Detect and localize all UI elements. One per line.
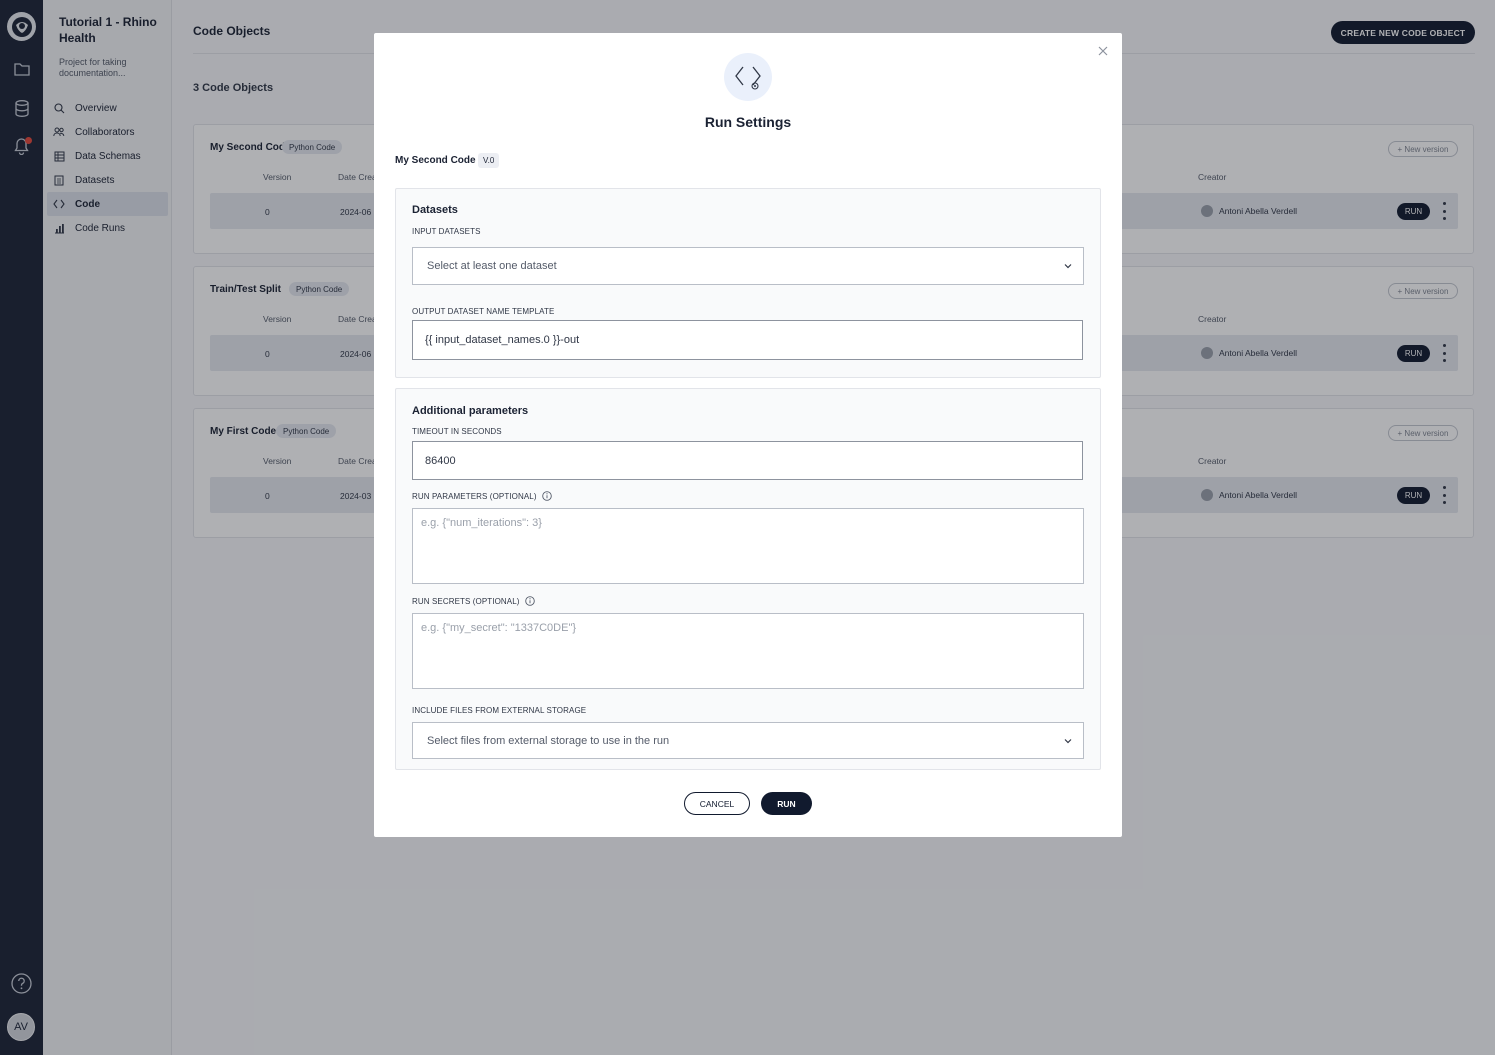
timeout-label: TIMEOUT IN SECONDS <box>412 427 502 436</box>
datasets-section: Datasets INPUT DATASETS Select at least … <box>395 188 1101 378</box>
cancel-button[interactable]: CANCEL <box>684 792 750 815</box>
chevron-down-icon <box>1064 739 1072 744</box>
additional-parameters-title: Additional parameters <box>412 405 529 417</box>
run-secrets-input[interactable] <box>412 613 1084 689</box>
run-parameters-label: RUN PARAMETERS (OPTIONAL) <box>412 491 552 501</box>
input-datasets-label: INPUT DATASETS <box>412 227 481 236</box>
external-storage-select[interactable]: Select files from external storage to us… <box>412 722 1084 759</box>
timeout-input[interactable] <box>412 441 1083 480</box>
additional-parameters-section: Additional parameters TIMEOUT IN SECONDS… <box>395 388 1101 770</box>
run-settings-modal: Run Settings My Second Code V.0 Datasets… <box>374 33 1122 837</box>
code-settings-icon <box>724 53 772 101</box>
close-icon[interactable] <box>1096 44 1110 58</box>
run-parameters-input[interactable] <box>412 508 1084 584</box>
input-datasets-select[interactable]: Select at least one dataset <box>412 247 1084 285</box>
external-storage-label: INCLUDE FILES FROM EXTERNAL STORAGE <box>412 706 587 715</box>
input-datasets-placeholder: Select at least one dataset <box>427 260 557 272</box>
modal-title: Run Settings <box>704 114 792 130</box>
version-badge: V.0 <box>478 153 500 168</box>
run-button[interactable]: RUN <box>761 792 812 815</box>
run-secrets-label: RUN SECRETS (OPTIONAL) <box>412 596 535 606</box>
datasets-section-title: Datasets <box>412 204 458 216</box>
info-icon[interactable] <box>541 491 552 501</box>
external-storage-placeholder: Select files from external storage to us… <box>427 734 670 747</box>
output-template-input[interactable] <box>412 320 1083 360</box>
code-object-name: My Second Code <box>395 155 476 166</box>
output-template-label: OUTPUT DATASET NAME TEMPLATE <box>412 307 555 316</box>
info-icon[interactable] <box>524 596 535 606</box>
chevron-down-icon <box>1064 264 1072 269</box>
